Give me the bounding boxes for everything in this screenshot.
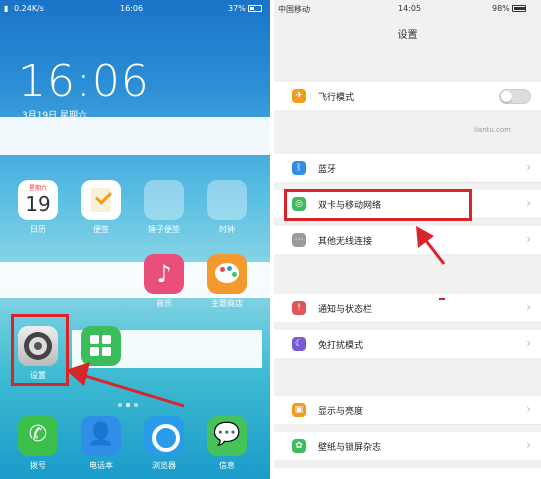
chevron-right-icon: › xyxy=(526,160,531,174)
status-bar: 中国移动 14:05 98% xyxy=(274,0,541,18)
phone-icon: ✆ xyxy=(18,416,58,456)
home-screen: ▮ 0.24K/s 16:06 37% 16:06 3月19日 星期六 星期六 … xyxy=(0,0,270,479)
more-icon: ⋯ xyxy=(292,233,306,247)
app-music[interactable]: ♪ 音乐 xyxy=(137,254,191,309)
carrier-name: 中国移动 xyxy=(278,5,310,14)
moon-icon: ☾ xyxy=(292,337,306,351)
wallpaper-icon: ✿ xyxy=(292,439,306,453)
app-phone[interactable]: ✆ 拨号 xyxy=(11,416,65,471)
app-messages[interactable]: 💬 信息 xyxy=(200,416,254,471)
signal-icon: ▮ xyxy=(4,4,9,13)
chevron-right-icon: › xyxy=(526,402,531,416)
notification-icon: ! xyxy=(292,301,306,315)
pointer-arrow-icon xyxy=(416,226,446,265)
chevron-right-icon: › xyxy=(526,196,531,210)
status-time: 16:06 xyxy=(120,4,144,13)
status-bar: ▮ 0.24K/s 16:06 37% xyxy=(0,0,270,18)
app-hammer-notes[interactable]: 锤子便签 xyxy=(137,180,191,235)
display-icon: ▣ xyxy=(292,403,306,417)
clock-icon xyxy=(207,180,247,220)
hammer-notes-icon xyxy=(144,180,184,220)
app-calendar[interactable]: 星期六 19 日历 xyxy=(11,180,65,235)
battery-level: 98% xyxy=(492,4,526,13)
bluetooth-icon: ᛒ xyxy=(292,161,306,175)
page-indicator xyxy=(116,392,140,411)
chevron-right-icon: › xyxy=(526,300,531,314)
browser-icon xyxy=(144,416,184,456)
message-icon: 💬 xyxy=(207,416,247,456)
music-icon: ♪ xyxy=(144,254,184,294)
airplane-icon: ✈ xyxy=(292,89,306,103)
app-theme-store[interactable]: 主题商店 xyxy=(200,254,254,309)
watermark: liantu.com xyxy=(474,126,511,134)
settings-item-notifications[interactable]: ! 通知与状态栏 › xyxy=(274,294,541,322)
settings-screen: 中国移动 14:05 98% 设置 liantu.com ✈ 飞行模式 ᛒ 蓝牙… xyxy=(274,0,541,479)
battery-level: 37% xyxy=(228,4,262,13)
settings-item-partial xyxy=(274,468,541,479)
page-title: 设置 xyxy=(397,30,418,41)
settings-item-display[interactable]: ▣ 显示与亮度 › xyxy=(274,396,541,424)
battery-icon xyxy=(511,5,526,12)
dual-sim-highlight-box xyxy=(284,189,472,221)
airplane-mode-toggle[interactable] xyxy=(499,89,531,104)
app-clock[interactable]: 时钟 xyxy=(200,180,254,235)
settings-item-do-not-disturb[interactable]: ☾ 免打扰模式 › xyxy=(274,330,541,358)
redaction-band xyxy=(0,117,270,155)
battery-icon xyxy=(247,5,262,12)
app-contacts[interactable]: 👤 电话本 xyxy=(74,416,128,471)
settings-item-airplane-mode[interactable]: ✈ 飞行模式 xyxy=(274,82,541,110)
settings-item-bluetooth[interactable]: ᛒ 蓝牙 › xyxy=(274,154,541,182)
notes-icon xyxy=(81,180,121,220)
app-notes[interactable]: 便签 xyxy=(74,180,128,235)
status-time: 14:05 xyxy=(398,4,422,13)
chevron-right-icon: › xyxy=(526,438,531,452)
contacts-icon: 👤 xyxy=(81,416,121,456)
annotation-mark xyxy=(439,298,445,300)
chevron-right-icon: › xyxy=(526,336,531,350)
palette-icon xyxy=(207,254,247,294)
calendar-icon: 星期六 19 xyxy=(18,180,58,220)
app-browser[interactable]: 浏览器 xyxy=(137,416,191,471)
network-speed: 0.24K/s xyxy=(14,4,44,13)
chevron-right-icon: › xyxy=(526,232,531,246)
settings-item-wallpaper[interactable]: ✿ 壁纸与锁屏杂志 › xyxy=(274,432,541,460)
clock-widget[interactable]: 16:06 xyxy=(18,56,150,107)
